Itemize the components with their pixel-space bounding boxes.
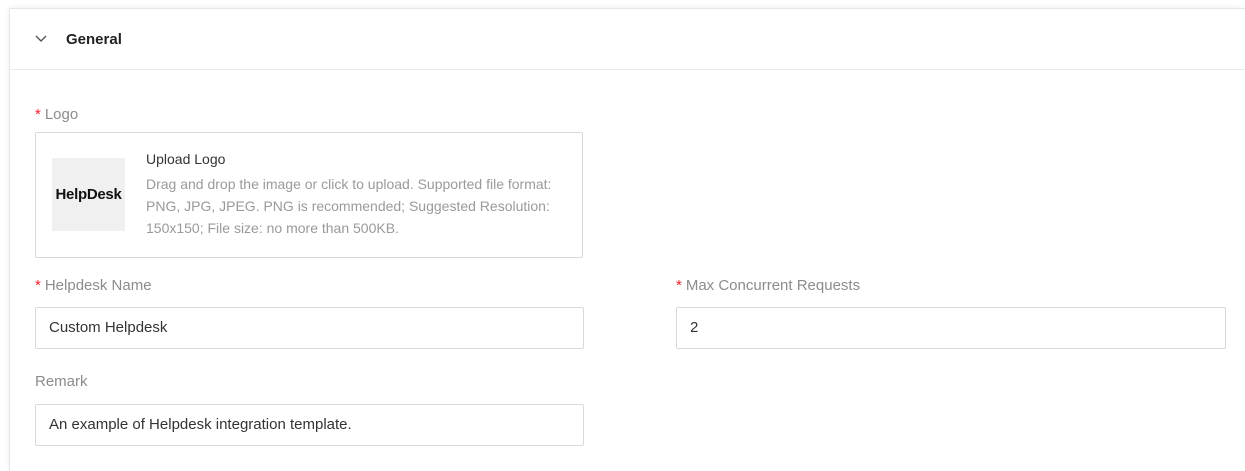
- max-concurrent-requests-input[interactable]: 2: [676, 307, 1226, 349]
- helpdesk-name-label: * Helpdesk Name: [35, 277, 152, 294]
- helpdesk-name-input[interactable]: Custom Helpdesk: [35, 307, 584, 349]
- logo-label-text: Logo: [44, 106, 79, 123]
- upload-logo-description: Drag and drop the image or click to uplo…: [146, 176, 552, 236]
- section-header-general[interactable]: General: [10, 9, 1245, 70]
- upload-logo-title: Upload Logo: [146, 151, 226, 167]
- remark-label: Remark: [35, 373, 88, 390]
- max-concurrent-requests-label-text: Max Concurrent Requests: [685, 277, 861, 294]
- logo-label: * Logo: [35, 106, 78, 123]
- chevron-down-icon[interactable]: [34, 34, 48, 44]
- logo-upload-area[interactable]: HelpDesk Upload Logo Drag and drop the i…: [35, 132, 583, 258]
- required-marker: *: [676, 277, 682, 294]
- general-settings-panel: General * Logo HelpDesk Upload Logo Drag …: [9, 8, 1245, 471]
- section-title: General: [66, 31, 122, 48]
- required-marker: *: [35, 106, 41, 123]
- helpdesk-name-label-text: Helpdesk Name: [44, 277, 152, 294]
- remark-input[interactable]: An example of Helpdesk integration templ…: [35, 404, 584, 446]
- required-marker: *: [35, 277, 41, 294]
- logo-thumbnail: HelpDesk: [52, 158, 125, 231]
- logo-thumbnail-text: HelpDesk: [55, 186, 122, 203]
- max-concurrent-requests-label: * Max Concurrent Requests: [676, 277, 860, 294]
